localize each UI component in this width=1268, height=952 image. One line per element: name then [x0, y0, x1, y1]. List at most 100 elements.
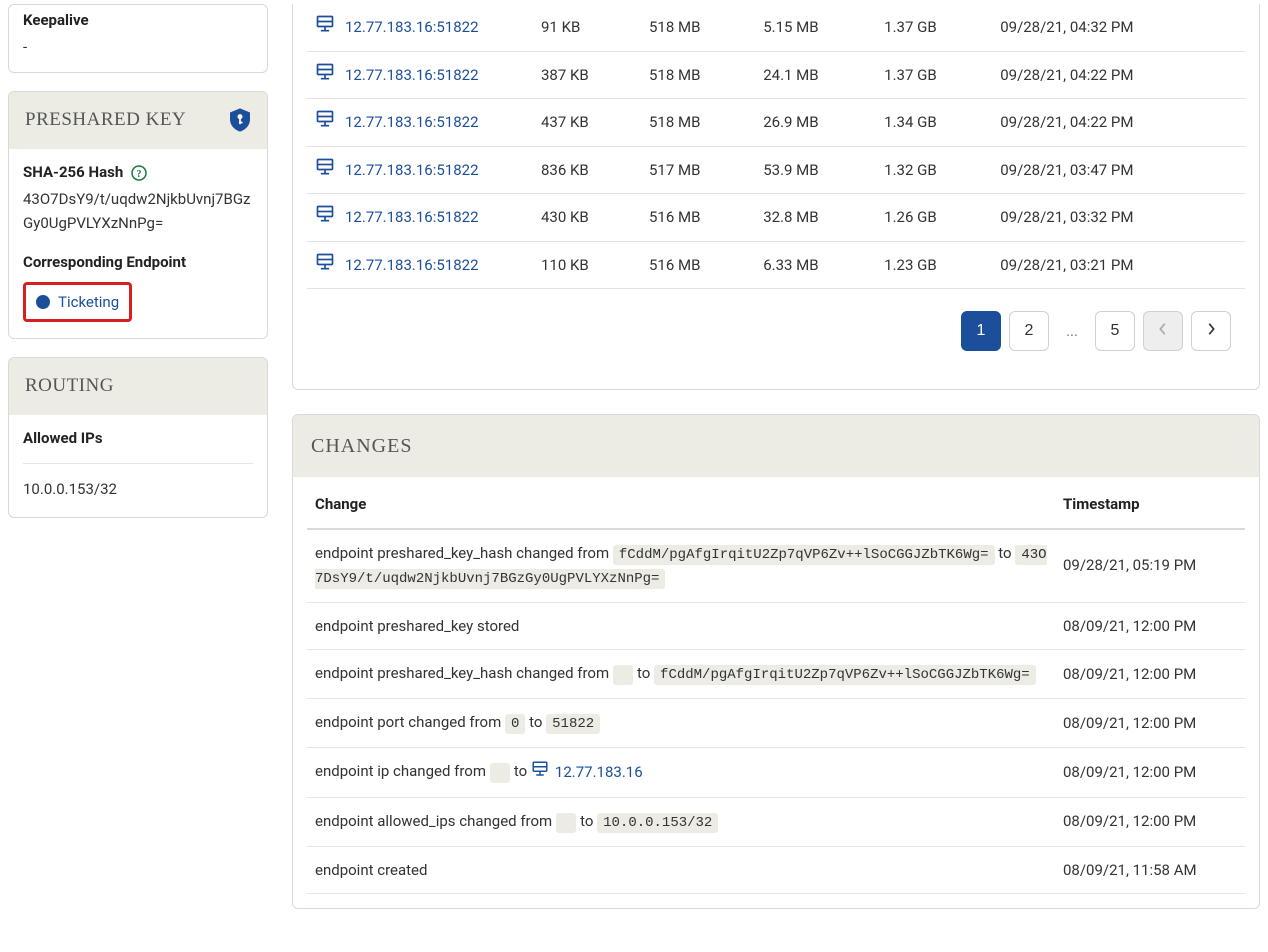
change-code-from: [556, 813, 576, 833]
endpoint-address-link[interactable]: 12.77.183.16:51822: [315, 109, 479, 136]
corresponding-endpoint-link[interactable]: Ticketing: [23, 282, 132, 323]
endpoint-address-link[interactable]: 12.77.183.16:51822: [315, 204, 479, 231]
change-text: to: [525, 713, 546, 731]
table-row: endpoint preshared_key_hash changed from…: [307, 529, 1245, 603]
change-code-to: 10.0.0.153/32: [597, 813, 718, 833]
routing-title: ROUTING: [25, 372, 114, 401]
timestamp-cell: 08/09/21, 12:00 PM: [1055, 650, 1245, 699]
traffic-cell: 24.1 MB: [755, 51, 876, 99]
traffic-cell: 518 MB: [641, 4, 755, 51]
change-code-to: 51822: [546, 714, 600, 734]
timestamp-cell: 09/28/21, 03:47 PM: [992, 146, 1245, 194]
traffic-cell: 32.8 MB: [755, 194, 876, 242]
table-row: endpoint port changed from 0 to 51822 08/…: [307, 699, 1245, 748]
traffic-cell: 110 KB: [533, 241, 641, 289]
change-code-from: fCddM/pgAfgIrqitU2Zp7qVP6Zv++lSoCGGJZbTK…: [613, 545, 995, 565]
table-row: endpoint created 08/09/21, 11:58 AM: [307, 846, 1245, 894]
traffic-cell: 430 KB: [533, 194, 641, 242]
keepalive-value: -: [23, 36, 253, 59]
endpoint-address-link[interactable]: 12.77.183.16:51822: [315, 157, 479, 184]
timestamp-cell: 08/09/21, 12:00 PM: [1055, 748, 1245, 798]
endpoint-address-link[interactable]: 12.77.183.16:51822: [315, 62, 479, 89]
traffic-cell: 517 MB: [641, 146, 755, 194]
chevron-right-icon: [1204, 322, 1218, 341]
changes-panel: CHANGES Change Timestamp endpoint presha…: [292, 414, 1260, 909]
traffic-cell: 518 MB: [641, 51, 755, 99]
change-text: endpoint allowed_ips changed from: [315, 812, 556, 830]
change-text: endpoint port changed from: [315, 713, 505, 731]
change-text: endpoint preshared_key_hash changed from: [315, 544, 613, 562]
table-row: 12.77.183.16:51822 387 KB518 MB24.1 MB1.3…: [307, 51, 1245, 99]
preshared-key-header: PRESHARED KEY: [9, 92, 267, 149]
server-icon: [315, 252, 335, 279]
server-icon: [315, 109, 335, 136]
timestamp-cell: 08/09/21, 12:00 PM: [1055, 699, 1245, 748]
sha-256-label: SHA-256 Hash ?: [23, 161, 253, 184]
chevron-left-icon: [1156, 322, 1170, 341]
pagination: 1 2 ... 5: [307, 289, 1245, 375]
table-row: 12.77.183.16:5182291 KB518 MB5.15 MB1.37…: [307, 4, 1245, 51]
traffic-cell: 1.37 GB: [876, 51, 992, 99]
traffic-cell: 1.23 GB: [876, 241, 992, 289]
traffic-cell: 6.33 MB: [755, 241, 876, 289]
timestamp-cell: 08/09/21, 11:58 AM: [1055, 846, 1245, 894]
server-icon: [315, 204, 335, 231]
change-text: to: [633, 664, 654, 682]
change-code-from: [613, 665, 633, 685]
server-icon: [315, 157, 335, 184]
timestamp-cell: 08/09/21, 12:00 PM: [1055, 602, 1245, 650]
traffic-cell: 1.32 GB: [876, 146, 992, 194]
preshared-key-title: PRESHARED KEY: [25, 106, 186, 135]
endpoint-link-label: Ticketing: [58, 291, 119, 314]
table-row: endpoint preshared_key_hash changed from…: [307, 650, 1245, 699]
traffic-cell: 5.15 MB: [755, 4, 876, 51]
page-2-button[interactable]: 2: [1009, 311, 1049, 351]
keepalive-label: Keepalive: [23, 9, 253, 32]
traffic-table: 12.77.183.16:5182291 KB518 MB5.15 MB1.37…: [307, 4, 1245, 289]
table-row: endpoint ip changed from to 12.77.183.16…: [307, 748, 1245, 798]
change-code-from: 0: [505, 714, 525, 734]
page-1-button[interactable]: 1: [961, 311, 1001, 351]
change-text: endpoint ip changed from: [315, 762, 490, 780]
routing-header: ROUTING: [9, 358, 267, 415]
shield-key-icon: [229, 107, 251, 133]
change-text: endpoint preshared_key stored: [315, 617, 519, 635]
endpoint-status-dot-icon: [36, 295, 50, 309]
help-icon[interactable]: ?: [131, 165, 147, 181]
timestamp-cell: 09/28/21, 03:21 PM: [992, 241, 1245, 289]
corresponding-endpoint-label: Corresponding Endpoint: [23, 251, 253, 274]
change-text: endpoint created: [315, 861, 427, 879]
routing-card: ROUTING Allowed IPs 10.0.0.153/32: [8, 357, 268, 518]
traffic-cell: 836 KB: [533, 146, 641, 194]
change-text: to: [510, 762, 531, 780]
endpoint-address-link[interactable]: 12.77.183.16:51822: [315, 252, 479, 279]
allowed-ips-value: 10.0.0.153/32: [23, 478, 253, 501]
timestamp-cell: 09/28/21, 04:22 PM: [992, 99, 1245, 147]
page-5-button[interactable]: 5: [1095, 311, 1135, 351]
timestamp-cell: 09/28/21, 05:19 PM: [1055, 529, 1245, 603]
change-code-to: fCddM/pgAfgIrqitU2Zp7qVP6Zv++lSoCGGJZbTK…: [654, 665, 1036, 685]
traffic-cell: 387 KB: [533, 51, 641, 99]
change-code-from: [490, 763, 510, 783]
traffic-cell: 437 KB: [533, 99, 641, 147]
server-icon: [315, 14, 335, 41]
endpoint-address-link[interactable]: 12.77.183.16:51822: [315, 14, 479, 41]
ip-link[interactable]: 12.77.183.16: [531, 760, 643, 785]
sha-256-value: 43O7DsY9/t/uqdw2NjkbUvnj7BGzGy0UgPVLYXzN…: [23, 187, 253, 235]
change-text: to: [995, 544, 1016, 562]
server-icon: [315, 62, 335, 89]
page-next-button[interactable]: [1191, 311, 1231, 351]
changes-table: Change Timestamp endpoint preshared_key_…: [307, 477, 1245, 894]
traffic-cell: 1.34 GB: [876, 99, 992, 147]
allowed-ips-label: Allowed IPs: [23, 427, 253, 450]
table-row: 12.77.183.16:51822110 KB516 MB6.33 MB1.2…: [307, 241, 1245, 289]
table-row: 12.77.183.16:51822430 KB516 MB32.8 MB1.2…: [307, 194, 1245, 242]
keepalive-card: Keepalive -: [8, 4, 268, 73]
timestamp-column-header: Timestamp: [1055, 477, 1245, 529]
change-text: endpoint preshared_key_hash changed from: [315, 664, 613, 682]
server-icon: [531, 760, 549, 785]
timestamp-cell: 09/28/21, 04:22 PM: [992, 51, 1245, 99]
table-row: endpoint allowed_ips changed from to 10.…: [307, 797, 1245, 846]
table-row: endpoint preshared_key stored 08/09/21, 1…: [307, 602, 1245, 650]
traffic-cell: 53.9 MB: [755, 146, 876, 194]
